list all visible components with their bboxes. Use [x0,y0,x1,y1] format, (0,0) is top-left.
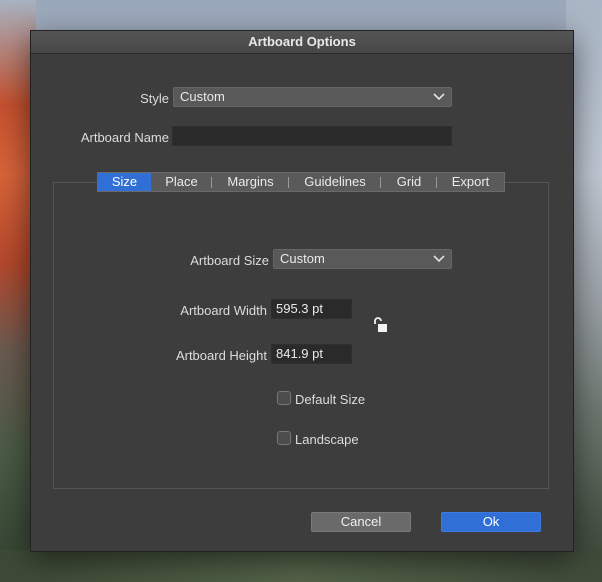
chevron-down-icon [433,255,445,263]
default-size-checkbox[interactable] [277,391,291,405]
artboard-options-dialog: Artboard Options Style Custom Artboard N… [30,30,574,552]
landscape-checkbox[interactable] [277,431,291,445]
ok-button[interactable]: Ok [441,512,541,532]
dialog-title: Artboard Options [31,31,573,54]
artboard-height-input[interactable]: 841.9 pt [271,344,352,364]
style-label: Style [140,91,169,106]
tab-bar: Size Place Margins Guidelines Grid Expor… [97,172,505,192]
tab-export[interactable]: Export [437,173,504,191]
tab-size[interactable]: Size [98,173,151,191]
artboard-width-label: Artboard Width [180,303,267,318]
style-select-value: Custom [180,89,225,104]
cancel-button[interactable]: Cancel [311,512,411,532]
landscape-label: Landscape [295,432,359,447]
unlocked-padlock-icon[interactable] [372,316,390,334]
tab-guidelines[interactable]: Guidelines [289,173,381,191]
artboard-name-input[interactable] [172,126,452,146]
tab-margins[interactable]: Margins [212,173,289,191]
artboard-size-value: Custom [280,251,325,266]
desktop-wallpaper-bottom [0,550,602,582]
artboard-size-select[interactable]: Custom [273,249,452,269]
artboard-height-label: Artboard Height [175,348,267,363]
default-size-label: Default Size [295,392,366,407]
tab-place[interactable]: Place [151,173,212,191]
artboard-name-label: Artboard Name [80,130,169,145]
chevron-down-icon [433,93,445,101]
style-select[interactable]: Custom [173,87,452,107]
tab-grid[interactable]: Grid [381,173,437,191]
artboard-size-label: Artboard Size [190,253,269,268]
artboard-width-input[interactable]: 595.3 pt [271,299,352,319]
